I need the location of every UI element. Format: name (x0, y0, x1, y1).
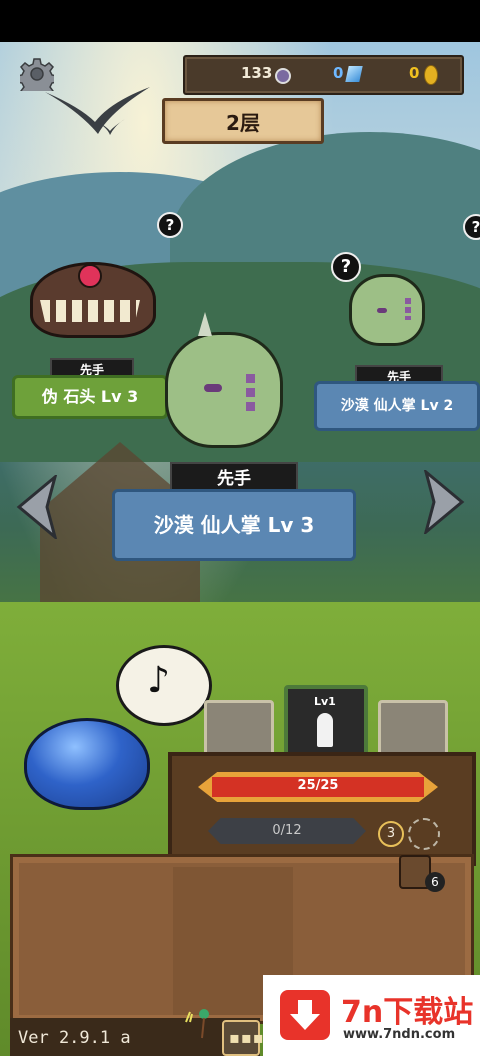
bird-icon (45, 87, 150, 134)
player-slime[interactable] (24, 718, 150, 810)
watermark-banner: 7n下载站 www.7ndn.com (263, 975, 480, 1056)
unknown-info-icon[interactable]: ? (157, 212, 183, 238)
coin-icon (424, 65, 438, 85)
crystal-count: 0 (333, 64, 344, 82)
watermark-title: 7n下载站 (341, 995, 474, 1030)
arrow-left-icon[interactable] (15, 475, 59, 539)
footer-bar: Ver 2.9.1 a ▪▪▪ (10, 1009, 264, 1056)
menu-dots-button[interactable]: ▪▪▪ (222, 1020, 264, 1056)
dots-icon: ▪▪▪ (229, 1028, 265, 1047)
exp-text: 0/12 (272, 823, 302, 838)
bird-icon (95, 119, 125, 135)
enemy-name-plate[interactable]: 沙漠 仙人掌 Lv 2 (314, 381, 480, 431)
version-label: Ver 2.9.1 a (18, 1028, 131, 1048)
enemy-name-plate[interactable]: 沙漠 仙人掌 Lv 3 (112, 489, 356, 561)
crystal-icon (345, 66, 363, 82)
skill-count-badge[interactable]: 3 (378, 821, 404, 847)
watermark-url: www.7ndn.com (343, 1027, 456, 1042)
hp-track: 25/25 (212, 777, 424, 797)
floor-label: 2层 (162, 98, 324, 144)
level-label: Lv1 (314, 695, 336, 708)
flower-sprout-icon (185, 1009, 209, 1039)
gem-icon (275, 68, 291, 84)
character-silhouette-icon (317, 713, 333, 747)
speech-bubble: ♪ (116, 645, 212, 726)
enemy-fake-rock[interactable] (30, 262, 156, 338)
enemy-cactus-small[interactable] (343, 268, 429, 346)
rock-eye-icon (78, 264, 102, 288)
rock-teeth (40, 300, 140, 322)
gear-icon[interactable] (20, 57, 54, 91)
enemy-name-plate[interactable]: 伪 石头 Lv 3 (12, 375, 168, 419)
item-count-badge: 6 (425, 872, 445, 892)
exp-bar: 0/12 (208, 818, 366, 844)
resource-bar: 133 0 0 (183, 55, 464, 95)
status-panel: 25/25 0/12 3 (168, 752, 476, 866)
empty-skill-slot[interactable] (408, 818, 440, 850)
arrow-right-icon[interactable] (422, 470, 466, 534)
enemy-cactus-large[interactable] (160, 312, 290, 448)
card-slot-right[interactable] (378, 700, 448, 760)
card-slot-left[interactable] (204, 700, 274, 760)
coin-count: 0 (409, 64, 420, 82)
music-note-icon: ♪ (147, 660, 170, 701)
download-icon (280, 990, 330, 1040)
status-bar (0, 0, 480, 42)
hp-text: 25/25 (297, 778, 339, 793)
gem-count: 133 (241, 64, 273, 82)
